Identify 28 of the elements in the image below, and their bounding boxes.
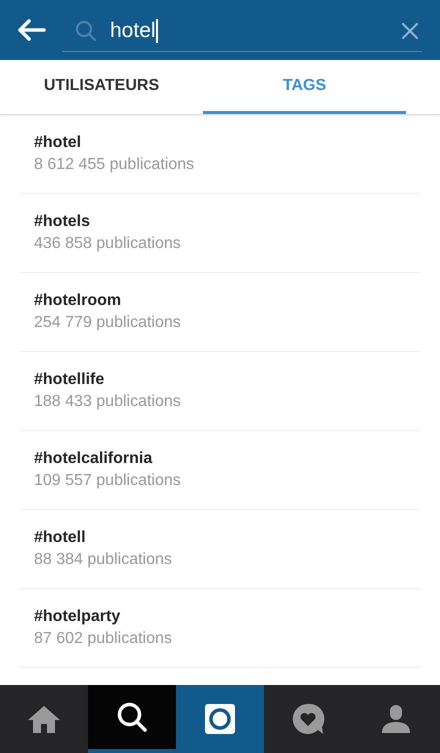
post-count: 109 557 publications bbox=[34, 472, 182, 490]
search-icon bbox=[116, 701, 148, 733]
back-arrow-icon[interactable] bbox=[16, 18, 46, 42]
post-count: 88 384 publications bbox=[34, 551, 173, 569]
close-icon[interactable] bbox=[400, 20, 420, 40]
text-cursor bbox=[156, 18, 158, 42]
tab[interactable]: UTILISATEURS bbox=[0, 60, 203, 114]
post-count: 188 433 publications bbox=[34, 393, 182, 411]
heart-bubble-icon bbox=[291, 702, 325, 736]
post-count: 254 779 publications bbox=[34, 314, 182, 332]
search-field[interactable]: hotel bbox=[62, 10, 422, 52]
hashtag-title[interactable]: #hotelroom bbox=[34, 292, 406, 310]
hashtag-title[interactable]: #hotel bbox=[34, 134, 406, 152]
hashtag-title[interactable]: #hotelparty bbox=[34, 608, 406, 626]
hashtag-title[interactable]: #hotell bbox=[34, 529, 406, 547]
search-text: hotel bbox=[110, 18, 156, 42]
post-count: 87 602 publications bbox=[34, 630, 173, 648]
camera-tab[interactable] bbox=[176, 685, 264, 753]
post-count: 436 858 publications bbox=[34, 235, 182, 253]
camera-icon bbox=[204, 703, 236, 735]
hashtag-title[interactable]: #hotels bbox=[34, 213, 406, 231]
post-count: 8 612 455 publications bbox=[34, 156, 196, 174]
search-tab[interactable] bbox=[88, 685, 176, 753]
person-icon bbox=[381, 704, 411, 734]
hashtag-title[interactable]: #hotelcalifornia bbox=[34, 450, 406, 468]
home-icon bbox=[27, 704, 61, 734]
search-icon bbox=[74, 18, 98, 42]
hashtag-title[interactable]: #hotellife bbox=[34, 371, 406, 389]
